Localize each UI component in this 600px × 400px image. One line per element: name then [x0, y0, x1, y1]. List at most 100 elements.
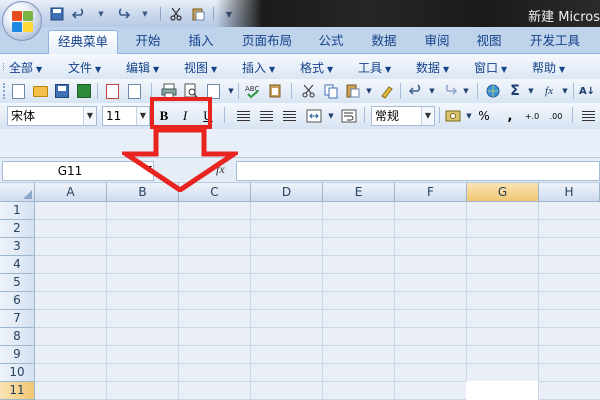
column-header-g[interactable]: G	[467, 183, 539, 202]
clipboard-icon[interactable]	[266, 82, 284, 100]
menu-format[interactable]: 格式 ▼	[300, 59, 333, 76]
permission-icon[interactable]	[103, 82, 121, 100]
format-painter-icon[interactable]	[378, 82, 396, 100]
column-header-h[interactable]: H	[539, 183, 600, 202]
row-header-8[interactable]: 8	[0, 328, 35, 346]
font-size-select[interactable]: 11 ▼	[102, 106, 150, 126]
chevron-down-icon[interactable]: ▼	[136, 5, 154, 23]
paste-icon[interactable]	[189, 5, 207, 23]
separator	[238, 83, 239, 99]
chevron-down-icon[interactable]: ▼	[92, 5, 110, 23]
tab-home[interactable]: 开始	[128, 30, 168, 54]
separator	[400, 83, 401, 99]
menu-edit[interactable]: 编辑 ▼	[126, 59, 159, 76]
menu-file-label: 文件	[68, 61, 93, 75]
copy-icon[interactable]	[322, 82, 340, 100]
excel-icon[interactable]	[75, 82, 93, 100]
chevron-down-icon: ▼	[95, 65, 102, 74]
chevron-down-icon[interactable]: ▼	[423, 82, 441, 100]
font-name-value: 宋体	[11, 109, 36, 123]
separator	[572, 107, 573, 123]
chevron-down-icon[interactable]: ▼	[322, 107, 340, 125]
merge-center-icon[interactable]	[304, 106, 324, 126]
indent-icon[interactable]	[578, 106, 598, 126]
row-header-4[interactable]: 4	[0, 256, 35, 274]
chevron-down-icon: ▼	[211, 65, 218, 74]
row-header-6[interactable]: 6	[0, 292, 35, 310]
menu-view[interactable]: 视图 ▼	[184, 59, 217, 76]
tab-review[interactable]: 审阅	[417, 30, 457, 54]
separator	[224, 107, 225, 123]
decrease-decimal-button[interactable]: .00	[546, 106, 566, 126]
align-right-icon[interactable]	[279, 106, 299, 126]
chevron-down-icon: ▼	[269, 65, 276, 74]
row-header-3[interactable]: 3	[0, 238, 35, 256]
grip-handle[interactable]	[3, 63, 6, 70]
menu-help[interactable]: 帮助 ▼	[532, 59, 565, 76]
open-folder-icon[interactable]	[31, 82, 49, 100]
row-header-7[interactable]: 7	[0, 310, 35, 328]
save-icon[interactable]	[48, 5, 66, 23]
tab-data[interactable]: 数据	[364, 30, 404, 54]
quick-access-toolbar: ▼ ▼ ▼	[48, 4, 238, 24]
percent-style-button[interactable]: %	[474, 106, 494, 126]
row-header-5[interactable]: 5	[0, 274, 35, 292]
increase-decimal-button[interactable]: +.0	[522, 106, 542, 126]
row-header-11[interactable]: 11	[0, 382, 35, 400]
new-document-icon[interactable]	[9, 82, 27, 100]
font-name-select[interactable]: 宋体 ▼	[7, 106, 97, 126]
tab-classic-menu[interactable]: 经典菜单	[48, 30, 118, 54]
number-format-select[interactable]: 常规 ▼	[371, 106, 435, 126]
tab-page-layout[interactable]: 页面布局	[238, 30, 296, 54]
align-left-icon[interactable]	[233, 106, 253, 126]
active-cell[interactable]	[466, 381, 538, 400]
menu-data[interactable]: 数据 ▼	[416, 59, 449, 76]
chevron-down-icon[interactable]: ▼	[522, 82, 540, 100]
formula-bar: G11 fx	[0, 157, 600, 183]
menu-window[interactable]: 窗口 ▼	[474, 59, 507, 76]
scissors-icon[interactable]	[300, 82, 318, 100]
row-header-2[interactable]: 2	[0, 220, 35, 238]
wrap-text-icon[interactable]	[339, 106, 359, 126]
tab-developer[interactable]: 开发工具	[523, 30, 587, 54]
chevron-down-icon[interactable]: ▼	[360, 82, 378, 100]
comma-style-button[interactable]: ,	[500, 106, 520, 126]
tab-formulas[interactable]: 公式	[311, 30, 351, 54]
grip-handle[interactable]	[3, 83, 6, 99]
hyperlink-icon[interactable]	[484, 82, 502, 100]
font-size-value: 11	[106, 109, 122, 123]
column-header-f[interactable]: F	[395, 183, 467, 202]
redo-icon[interactable]	[114, 5, 132, 23]
menu-file[interactable]: 文件 ▼	[68, 59, 101, 76]
sort-ascending-button[interactable]: A↓	[578, 82, 596, 100]
column-header-d[interactable]: D	[251, 183, 323, 202]
worksheet-grid[interactable]	[35, 202, 600, 400]
chevron-down-icon[interactable]: ▼	[556, 82, 574, 100]
tab-view[interactable]: 视图	[469, 30, 509, 54]
row-header-1[interactable]: 1	[0, 202, 35, 220]
column-header-e[interactable]: E	[323, 183, 395, 202]
align-center-icon[interactable]	[256, 106, 276, 126]
menu-data-label: 数据	[416, 61, 441, 75]
tab-insert[interactable]: 插入	[180, 30, 222, 54]
chevron-down-icon: ▼	[83, 107, 96, 125]
undo-icon[interactable]	[70, 5, 88, 23]
formula-input[interactable]	[236, 161, 600, 181]
menu-all-label: 全部	[9, 61, 34, 75]
spelling-icon[interactable]: ABC	[244, 82, 262, 100]
column-header-a[interactable]: A	[35, 183, 107, 202]
scissors-icon[interactable]	[167, 5, 185, 23]
row-header-10[interactable]: 10	[0, 364, 35, 382]
row-header-9[interactable]: 9	[0, 346, 35, 364]
chevron-down-icon[interactable]: ▼	[457, 82, 475, 100]
ribbon-tabs: 经典菜单 开始 插入 页面布局 公式 数据 审阅 视图 开发工具	[0, 27, 600, 54]
office-button[interactable]	[2, 1, 42, 41]
menu-all[interactable]: 全部 ▼	[9, 59, 42, 76]
menu-insert[interactable]: 插入 ▼	[242, 59, 275, 76]
menu-tools[interactable]: 工具 ▼	[358, 59, 391, 76]
ribbon-bottom-band	[0, 129, 600, 157]
title-background: 新建 Micros	[216, 0, 600, 27]
save-icon[interactable]	[53, 82, 71, 100]
select-all-button[interactable]	[0, 183, 35, 202]
email-icon[interactable]	[125, 82, 143, 100]
